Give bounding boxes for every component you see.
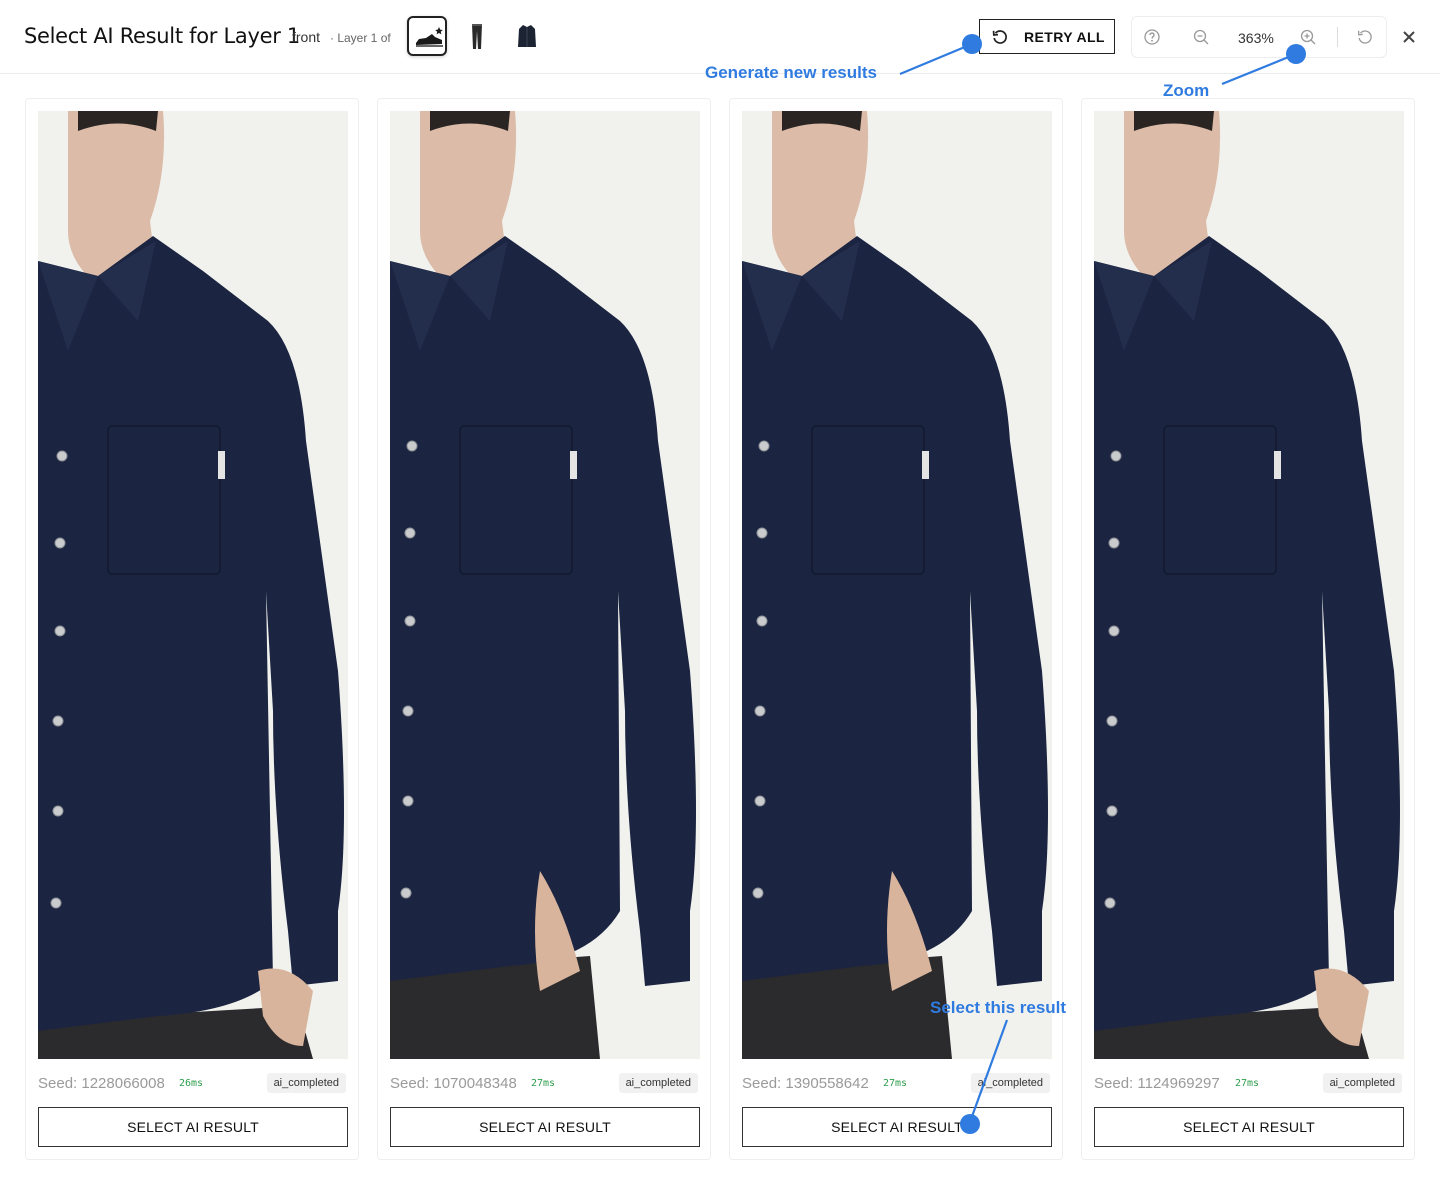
result-card[interactable]: Seed: 1228066008 26ms ai_completed SELEC… (25, 98, 359, 1160)
status-badge: ai_completed (266, 1073, 346, 1093)
layer-info: · Layer 1 of (330, 31, 391, 45)
select-ai-result-button[interactable]: SELECT AI RESULT (742, 1107, 1052, 1147)
seed-label: Seed: 1124969297 (1094, 1075, 1220, 1092)
refresh-icon (992, 30, 1007, 44)
seed-label: Seed: 1228066008 (38, 1075, 165, 1092)
annotation-zoom: Zoom (1163, 81, 1210, 100)
retry-all-label: RETRY ALL (1024, 29, 1105, 45)
seed-label: Seed: 1070048348 (390, 1075, 517, 1092)
select-ai-result-button[interactable]: SELECT AI RESULT (1094, 1107, 1404, 1147)
result-image (742, 111, 1052, 1059)
status-badge: ai_completed (1322, 1073, 1402, 1093)
result-card[interactable]: Seed: 1070048348 27ms ai_completed SELEC… (377, 98, 711, 1160)
retry-all-button[interactable]: RETRY ALL (979, 19, 1115, 54)
generation-time: 27ms (531, 1078, 556, 1089)
reset-zoom-icon[interactable] (1355, 27, 1375, 47)
status-badge: ai_completed (970, 1073, 1050, 1093)
result-card[interactable]: Seed: 1124969297 27ms ai_completed SELEC… (1081, 98, 1415, 1160)
trousers-icon (472, 24, 482, 49)
thumbnail-jacket[interactable] (507, 16, 547, 56)
toolbar-divider (1337, 27, 1338, 47)
thumbnail-trousers[interactable] (457, 16, 497, 56)
annotation-select: Select this result (930, 998, 1067, 1017)
annotation-generate: Generate new results (705, 63, 877, 82)
seed-label: Seed: 1390558642 (742, 1075, 869, 1092)
select-ai-result-button[interactable]: SELECT AI RESULT (390, 1107, 700, 1147)
result-image (1094, 111, 1404, 1059)
generation-time: 27ms (1235, 1078, 1260, 1089)
result-photo[interactable] (742, 111, 1052, 1059)
shoe-icon (416, 27, 443, 47)
result-photo[interactable] (1094, 111, 1404, 1059)
help-icon[interactable] (1142, 27, 1162, 47)
result-image (38, 111, 348, 1059)
select-ai-result-button[interactable]: SELECT AI RESULT (38, 1107, 348, 1147)
thumbnail-shoe[interactable] (407, 16, 447, 56)
result-photo[interactable] (390, 111, 700, 1059)
generation-time: 27ms (883, 1078, 908, 1089)
result-image (390, 111, 700, 1059)
zoom-level: 363% (1238, 30, 1274, 46)
close-icon[interactable] (1400, 28, 1418, 46)
status-badge: ai_completed (618, 1073, 698, 1093)
page-title: Select AI Result for Layer 1 (24, 24, 300, 48)
jacket-icon (518, 25, 536, 47)
zoom-out-icon[interactable] (1191, 27, 1211, 47)
zoom-in-icon[interactable] (1298, 27, 1318, 47)
result-photo[interactable] (38, 111, 348, 1059)
view-label: front (292, 29, 321, 45)
generation-time: 26ms (179, 1078, 204, 1089)
